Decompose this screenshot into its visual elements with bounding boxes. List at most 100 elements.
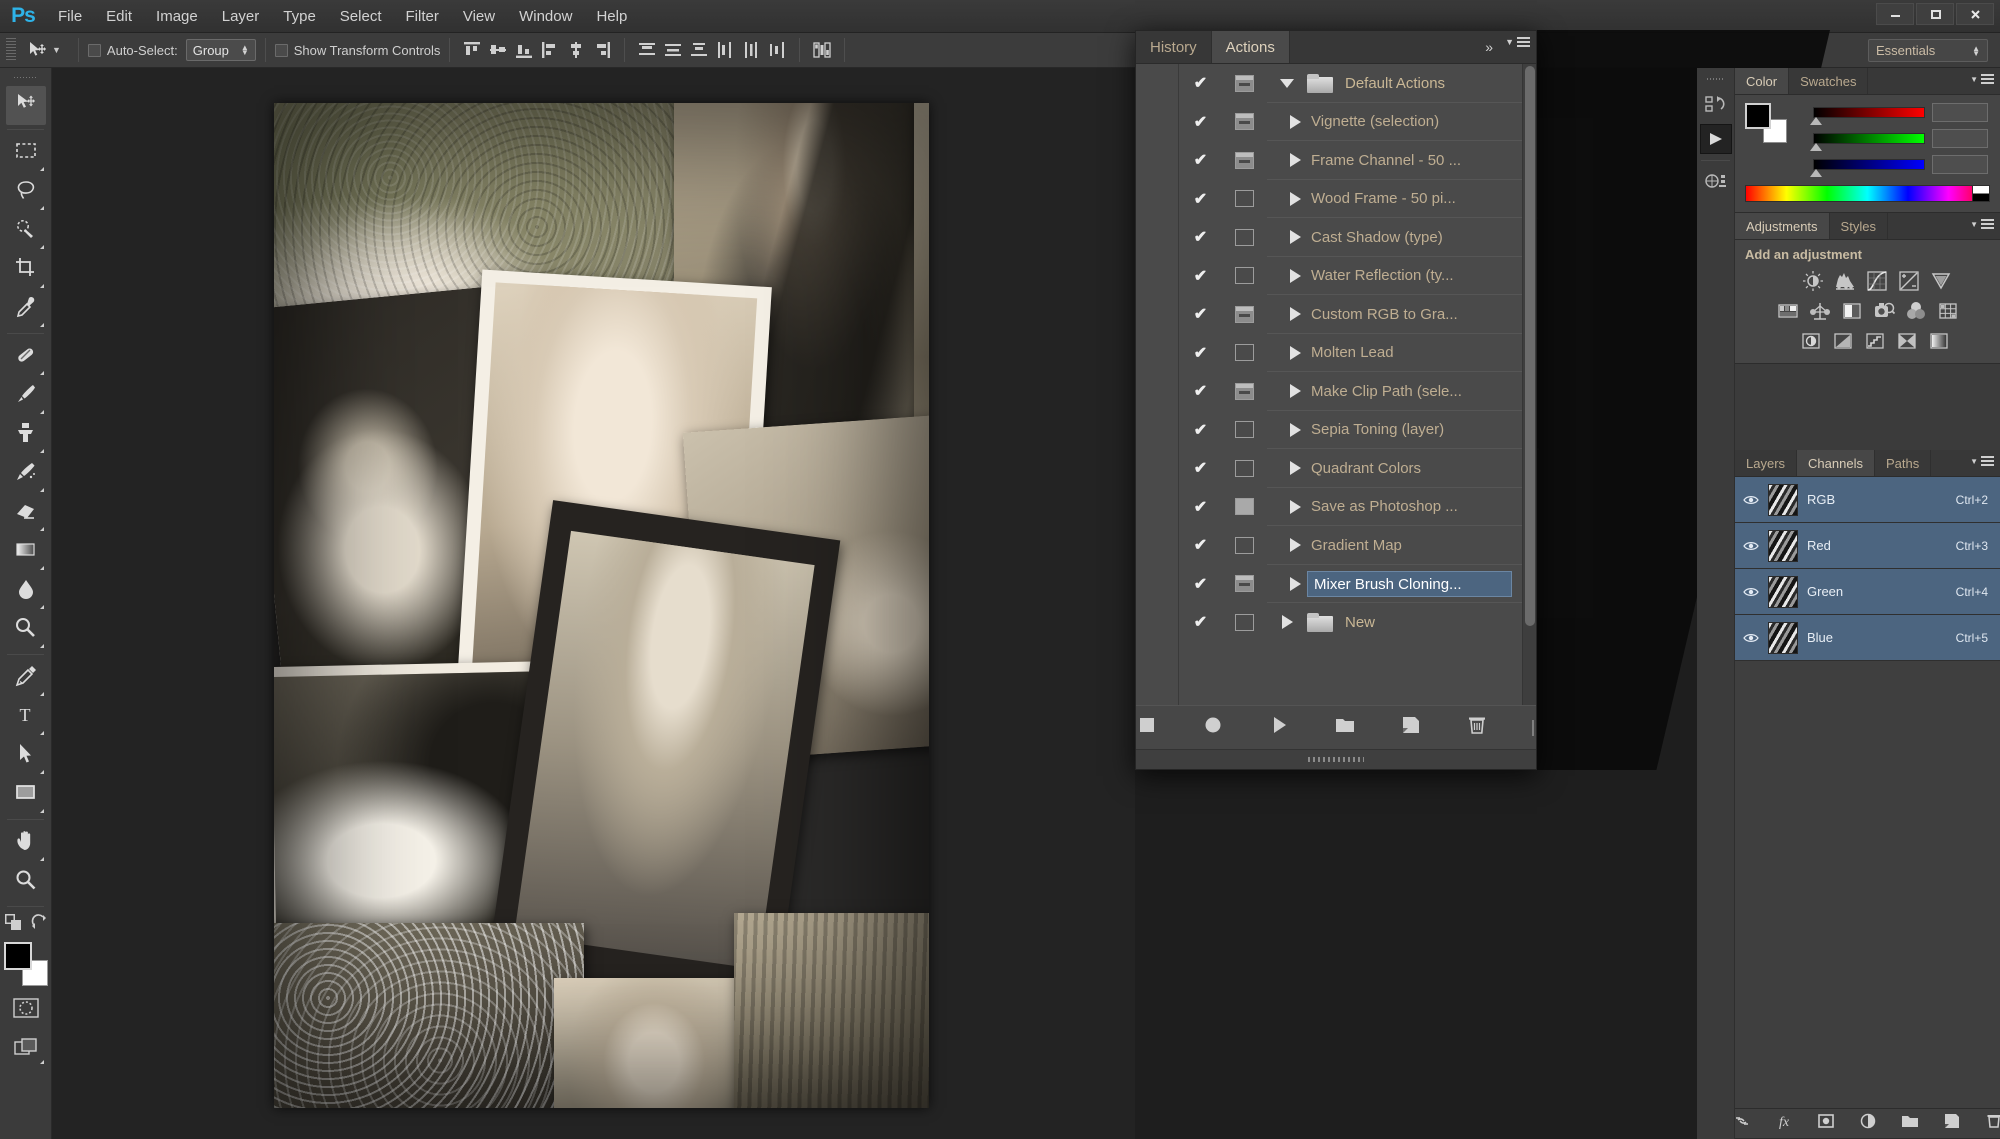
- toggle-item-on-off[interactable]: ✔: [1179, 458, 1222, 478]
- brightness-contrast-icon[interactable]: [1800, 268, 1825, 293]
- delete-button[interactable]: [1466, 715, 1488, 741]
- threshold-icon[interactable]: [1862, 328, 1887, 353]
- toggle-dialog-cell[interactable]: [1222, 498, 1267, 516]
- toggle-dialog-cell[interactable]: [1222, 613, 1267, 631]
- chevron-right-icon[interactable]: [1289, 307, 1301, 322]
- default-colors-icon[interactable]: [4, 914, 22, 936]
- toggle-item-on-off[interactable]: ✔: [1179, 112, 1222, 132]
- spot-healing-brush-tool[interactable]: [6, 338, 46, 377]
- color-swatches[interactable]: [3, 942, 48, 986]
- expand-toggle[interactable]: [1267, 114, 1307, 129]
- color-spectrum-ramp[interactable]: [1745, 185, 1990, 202]
- expand-toggle[interactable]: [1267, 576, 1307, 591]
- vibrance-icon[interactable]: [1928, 268, 1953, 293]
- link-layers-button[interactable]: [1732, 1113, 1752, 1135]
- action-set-row[interactable]: ✔ Default Actions: [1179, 64, 1522, 103]
- distribute-right-edges-icon[interactable]: [764, 38, 790, 62]
- channel-value[interactable]: [1932, 103, 1988, 122]
- hue-saturation-icon[interactable]: [1775, 298, 1800, 323]
- create-new-action-button[interactable]: [1400, 715, 1422, 741]
- toggle-item-on-off[interactable]: ✔: [1179, 612, 1222, 632]
- toggle-dialog-icon[interactable]: [1235, 575, 1254, 593]
- expand-toggle[interactable]: [1267, 307, 1307, 322]
- hand-tool[interactable]: [6, 824, 46, 863]
- tab-paths[interactable]: Paths: [1875, 450, 1932, 476]
- action-row[interactable]: ✔ Make Clip Path (sele...: [1179, 372, 1522, 411]
- tool-flyout-triangle-icon[interactable]: [36, 245, 44, 249]
- chevron-right-icon[interactable]: [1289, 153, 1301, 168]
- menu-view[interactable]: View: [451, 0, 507, 33]
- create-new-set-button[interactable]: [1334, 715, 1356, 741]
- auto-select-dropdown[interactable]: Group ▲ ▼: [185, 39, 256, 61]
- tool-flyout-triangle-icon[interactable]: [36, 605, 44, 609]
- actions-panel-menu-button[interactable]: ▼: [1505, 37, 1530, 47]
- menu-type[interactable]: Type: [271, 0, 328, 33]
- move-tool[interactable]: [5, 86, 46, 125]
- auto-select-checkbox[interactable]: [87, 43, 101, 57]
- tool-flyout-triangle-icon[interactable]: [36, 566, 44, 570]
- 3d-panel-icon[interactable]: [1701, 167, 1731, 197]
- chevron-right-icon[interactable]: [1289, 538, 1301, 553]
- new-layer-button[interactable]: [1942, 1113, 1962, 1135]
- tool-flyout-triangle-icon[interactable]: [36, 167, 44, 171]
- tab-layers[interactable]: Layers: [1735, 450, 1798, 476]
- menu-layer[interactable]: Layer: [210, 0, 272, 33]
- zoom-tool[interactable]: [6, 863, 46, 902]
- tool-flyout-triangle-icon[interactable]: [36, 323, 44, 327]
- minimize-button[interactable]: [1876, 3, 1914, 25]
- move-tool-icon[interactable]: [22, 37, 52, 63]
- horizontal-type-tool[interactable]: T: [6, 698, 46, 737]
- toggle-dialog-icon[interactable]: [1235, 536, 1254, 554]
- clone-stamp-tool[interactable]: [6, 416, 46, 455]
- action-row[interactable]: ✔ Sepia Toning (layer): [1179, 411, 1522, 449]
- double-chevron-right-icon[interactable]: »: [1485, 39, 1493, 55]
- tool-flyout-triangle-icon[interactable]: [36, 644, 44, 648]
- tool-flyout-triangle-icon[interactable]: [36, 527, 44, 531]
- toggle-dialog-icon[interactable]: [1235, 344, 1254, 362]
- menu-help[interactable]: Help: [584, 0, 639, 33]
- toggle-item-on-off[interactable]: ✔: [1179, 420, 1222, 440]
- toggle-item-on-off[interactable]: ✔: [1179, 304, 1222, 324]
- align-vertical-centers-icon[interactable]: [485, 38, 511, 62]
- action-set-row[interactable]: ✔ New: [1179, 603, 1522, 642]
- toggle-dialog-icon[interactable]: [1235, 228, 1254, 246]
- menu-window[interactable]: Window: [507, 0, 584, 33]
- toggle-item-on-off[interactable]: ✔: [1179, 73, 1222, 93]
- expand-toggle[interactable]: [1267, 461, 1307, 476]
- toggle-dialog-icon[interactable]: [1235, 382, 1254, 400]
- expand-toggle[interactable]: [1267, 615, 1307, 630]
- action-row[interactable]: ✔ Save as Photoshop ...: [1179, 488, 1522, 526]
- toggle-dialog-cell[interactable]: [1222, 575, 1267, 593]
- toggle-dialog-cell[interactable]: [1222, 228, 1267, 246]
- align-bottom-edges-icon[interactable]: [511, 38, 537, 62]
- chevron-right-icon[interactable]: [1289, 191, 1301, 206]
- lasso-tool[interactable]: [6, 173, 46, 212]
- chevron-right-icon[interactable]: [1289, 230, 1301, 245]
- action-row[interactable]: ✔ Custom RGB to Gra...: [1179, 295, 1522, 334]
- action-row[interactable]: ✔ Frame Channel - 50 ...: [1179, 141, 1522, 180]
- menu-filter[interactable]: Filter: [394, 0, 451, 33]
- screen-mode-icon[interactable]: [6, 1027, 46, 1066]
- toggle-dialog-icon[interactable]: [1235, 190, 1254, 208]
- channel-slider[interactable]: [1810, 159, 1925, 177]
- layer-style-button[interactable]: fx: [1774, 1113, 1794, 1135]
- channel-slider[interactable]: [1810, 107, 1925, 125]
- photo-filter-icon[interactable]: [1871, 298, 1896, 323]
- slider-thumb[interactable]: [1810, 169, 1822, 177]
- toggle-dialog-cell[interactable]: [1222, 344, 1267, 362]
- color-panel-swatches[interactable]: [1745, 103, 1787, 143]
- toolbar-grip[interactable]: [14, 71, 37, 83]
- tool-flyout-triangle-icon[interactable]: [36, 731, 44, 735]
- auto-align-layers-icon[interactable]: [809, 38, 835, 62]
- menu-edit[interactable]: Edit: [94, 0, 144, 33]
- gradient-tool[interactable]: [6, 533, 46, 572]
- gradient-map-icon[interactable]: [1926, 328, 1951, 353]
- toggle-item-on-off[interactable]: ✔: [1179, 227, 1222, 247]
- action-row[interactable]: ✔ Molten Lead: [1179, 334, 1522, 372]
- canvas-area[interactable]: [52, 68, 1135, 1139]
- expand-toggle[interactable]: [1267, 191, 1307, 206]
- chevron-right-icon[interactable]: [1289, 576, 1301, 591]
- chevron-right-icon[interactable]: [1289, 384, 1301, 399]
- toggle-dialog-cell[interactable]: [1222, 536, 1267, 554]
- action-row[interactable]: ✔ Gradient Map: [1179, 526, 1522, 565]
